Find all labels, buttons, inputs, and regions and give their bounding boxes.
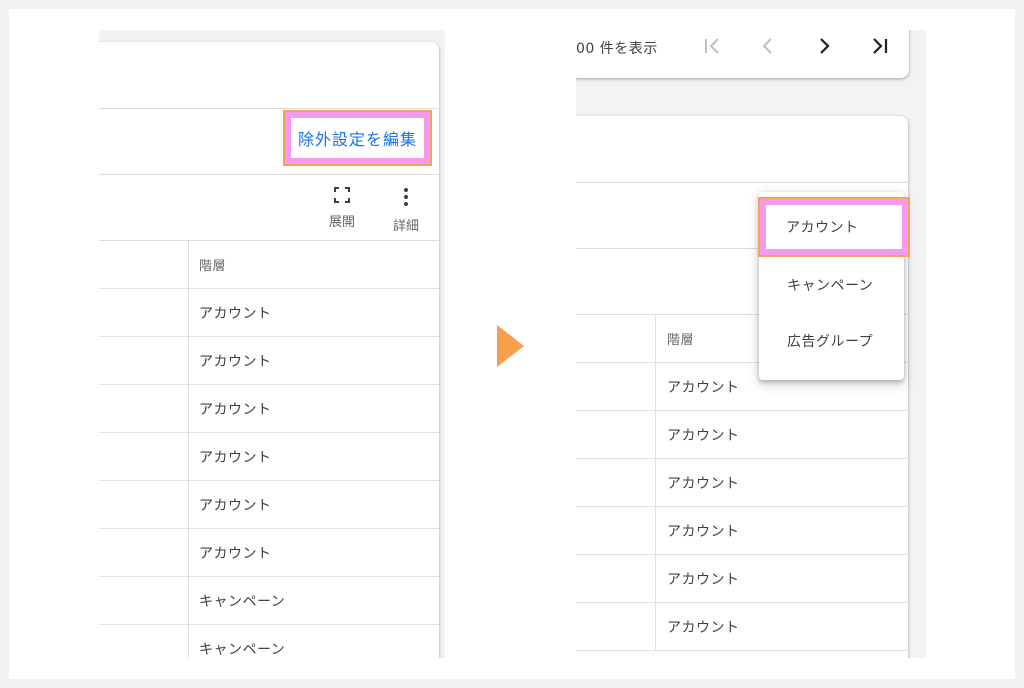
divider — [576, 182, 908, 183]
table-cell — [99, 433, 189, 480]
level-cell: アカウント — [667, 475, 740, 492]
column-header-level[interactable]: 階層 — [199, 241, 439, 288]
expand-label: 展開 — [328, 215, 355, 230]
level-cell: アカウント — [199, 449, 272, 466]
more-button[interactable]: 詳細 — [386, 187, 426, 234]
table-cell — [576, 507, 656, 554]
table-row: アカウント — [99, 337, 439, 385]
table-cell — [99, 625, 189, 658]
table-row: アカウント — [576, 507, 908, 555]
expand-button[interactable]: 展開 — [322, 187, 362, 230]
table-row: アカウント — [99, 385, 439, 433]
table-cell — [99, 481, 189, 528]
level-cell: アカウント — [667, 571, 740, 588]
level-cell: アカウント — [199, 353, 272, 370]
previous-page-icon[interactable] — [756, 34, 780, 58]
left-card: 除外設定を編集 展開 詳細 階層 アカウント アカウント アカウント アカウント — [99, 42, 439, 658]
table-row: アカウント — [99, 529, 439, 577]
table-cell — [99, 337, 189, 384]
table-row: アカウント — [576, 555, 908, 603]
table-cell — [99, 385, 189, 432]
table-cell — [576, 411, 656, 458]
divider — [99, 174, 439, 175]
first-page-icon[interactable] — [700, 34, 724, 58]
edit-link-highlight: 除外設定を編集 — [283, 110, 432, 166]
table-cell — [576, 315, 656, 362]
table-cell — [99, 577, 189, 624]
divider — [99, 108, 439, 109]
left-screenshot: 除外設定を編集 展開 詳細 階層 アカウント アカウント アカウント アカウント — [99, 30, 445, 658]
table-row: アカウント — [576, 603, 908, 651]
table-cell — [99, 529, 189, 576]
pager-card: 00 件を表示 — [576, 30, 909, 78]
table-cell — [576, 555, 656, 602]
level-cell: アカウント — [199, 401, 272, 418]
level-cell: アカウント — [667, 523, 740, 540]
level-cell: アカウント — [667, 619, 740, 636]
menu-item-highlight: アカウント — [758, 197, 910, 257]
table-row: アカウント — [99, 289, 439, 337]
menu-item-campaign[interactable]: キャンペーン — [759, 260, 904, 310]
table-header-row: 階層 — [99, 241, 439, 289]
expand-icon — [334, 187, 350, 203]
table-cell — [576, 603, 656, 650]
table-cell — [576, 459, 656, 506]
table-row: アカウント — [576, 411, 908, 459]
menu-item-ad-group[interactable]: 広告グループ — [759, 316, 904, 366]
level-cell: アカウント — [667, 427, 740, 444]
level-cell: キャンペーン — [199, 641, 286, 658]
table-cell — [99, 289, 189, 336]
menu-item-account[interactable]: アカウント — [766, 205, 902, 249]
next-page-icon[interactable] — [812, 34, 836, 58]
table-row: キャンペーン — [99, 577, 439, 625]
table-cell — [99, 241, 189, 288]
next-step-arrow-icon — [497, 325, 524, 367]
table-row: アカウント — [99, 433, 439, 481]
table-row: キャンペーン — [99, 625, 439, 658]
level-dropdown-menu: アカウント キャンペーン 広告グループ — [758, 192, 910, 380]
table-row: アカウント — [576, 459, 908, 507]
table-row: アカウント — [99, 481, 439, 529]
more-vert-icon — [404, 188, 408, 206]
level-cell: キャンペーン — [199, 593, 286, 610]
rows-shown-text: 00 件を表示 — [576, 41, 658, 57]
level-cell: アカウント — [199, 545, 272, 562]
table-cell — [576, 363, 656, 410]
level-cell: アカウント — [199, 497, 272, 514]
more-label: 詳細 — [392, 219, 419, 234]
last-page-icon[interactable] — [868, 34, 892, 58]
edit-exclusion-link[interactable]: 除外設定を編集 — [291, 118, 424, 158]
right-screenshot: 00 件を表示 階層 アカウント アカウント アカウント アカウント アカウント — [576, 30, 926, 658]
level-cell: アカウント — [199, 305, 272, 322]
